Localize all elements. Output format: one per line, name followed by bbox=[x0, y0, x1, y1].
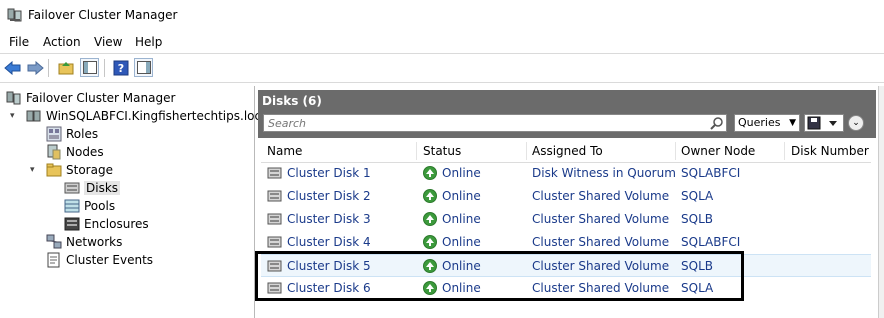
tree-item-pools[interactable]: Pools bbox=[64, 197, 115, 215]
network-icon bbox=[46, 234, 62, 250]
title-bar: Failover Cluster Manager bbox=[0, 0, 884, 32]
right-scrollbar[interactable] bbox=[878, 86, 884, 318]
highlight-box bbox=[255, 251, 744, 301]
online-status-icon bbox=[423, 166, 437, 180]
queries-button[interactable]: Queries ▼ bbox=[734, 114, 800, 132]
online-status-icon bbox=[423, 212, 437, 226]
tree-item-nodes[interactable]: Nodes bbox=[46, 143, 104, 161]
filter-bar: Search Queries ▼ ⌄ bbox=[258, 112, 876, 138]
show-hide-tree-icon[interactable] bbox=[80, 58, 99, 77]
forward-icon[interactable] bbox=[25, 58, 44, 77]
cluster-icon bbox=[26, 108, 42, 124]
disk-status: Online bbox=[442, 235, 481, 249]
table-row[interactable]: Cluster Disk 3 Online Cluster Shared Vol… bbox=[261, 208, 871, 231]
disk-icon bbox=[267, 167, 282, 179]
menu-action[interactable]: Action bbox=[43, 35, 81, 49]
disk-icon bbox=[267, 236, 282, 248]
column-header-owner-node[interactable]: Owner Node bbox=[681, 144, 755, 158]
pane-title: Disks (6) bbox=[258, 90, 876, 112]
disk-icon bbox=[267, 213, 282, 225]
roles-icon bbox=[46, 126, 62, 142]
help-icon[interactable]: ? bbox=[111, 58, 130, 77]
disk-assigned-to: Cluster Shared Volume bbox=[532, 189, 670, 203]
column-header-status[interactable]: Status bbox=[423, 144, 461, 158]
disk-owner-node: SQLABFCI bbox=[681, 235, 741, 249]
table-header: Name Status Assigned To Owner Node Disk … bbox=[261, 140, 871, 163]
tree-item-label: Cluster Events bbox=[66, 253, 154, 267]
toolbar: ? bbox=[0, 53, 884, 83]
tree-item-storage[interactable]: Storage bbox=[46, 161, 113, 179]
svg-text:?: ? bbox=[117, 62, 123, 75]
nodes-icon bbox=[46, 144, 62, 160]
back-icon[interactable] bbox=[3, 58, 22, 77]
queries-label: Queries bbox=[738, 116, 781, 129]
disk-owner-node: SQLB bbox=[681, 212, 713, 226]
show-hide-action-pane-icon[interactable] bbox=[134, 58, 153, 77]
disk-assigned-to: Cluster Shared Volume bbox=[532, 235, 670, 249]
event-log-icon bbox=[46, 252, 62, 268]
navigation-tree: Failover Cluster Manager ▾ WinSQLABFCI.K… bbox=[0, 86, 272, 318]
chevron-down-icon[interactable]: ▾ bbox=[30, 165, 35, 175]
tree-item-disks[interactable]: Disks bbox=[64, 179, 121, 197]
search-icon[interactable] bbox=[710, 117, 723, 136]
menu-file[interactable]: File bbox=[9, 35, 29, 49]
window-title: Failover Cluster Manager bbox=[28, 8, 178, 22]
cluster-manager-icon bbox=[6, 90, 22, 106]
tree-item-cluster[interactable]: WinSQLABFCI.Kingfishertechtips.local bbox=[26, 107, 272, 125]
column-header-assigned-to[interactable]: Assigned To bbox=[532, 144, 603, 158]
menu-bar: File Action View Help bbox=[0, 32, 884, 52]
pools-icon bbox=[64, 198, 80, 214]
menu-view[interactable]: View bbox=[94, 35, 122, 49]
disk-owner-node: SQLA bbox=[681, 189, 714, 203]
column-header-disk-number[interactable]: Disk Number bbox=[791, 144, 869, 158]
tree-item-label: Roles bbox=[66, 127, 99, 141]
up-folder-icon[interactable] bbox=[56, 58, 75, 77]
disk-status: Online bbox=[442, 166, 481, 180]
online-status-icon bbox=[423, 189, 437, 203]
tree-item-root[interactable]: Failover Cluster Manager bbox=[6, 89, 175, 107]
table-row[interactable]: Cluster Disk 2 Online Cluster Shared Vol… bbox=[261, 185, 871, 208]
expand-collapse-icon[interactable]: ⌄ bbox=[848, 115, 864, 131]
search-placeholder: Search bbox=[268, 117, 307, 130]
cluster-manager-icon bbox=[7, 7, 23, 26]
disk-icon bbox=[267, 190, 282, 202]
tree-item-cluster-events[interactable]: Cluster Events bbox=[46, 251, 153, 269]
disk-name: Cluster Disk 2 bbox=[287, 189, 371, 203]
enclosure-icon bbox=[64, 216, 80, 232]
column-header-name[interactable]: Name bbox=[267, 144, 302, 158]
storage-folder-icon bbox=[46, 162, 62, 178]
disk-status: Online bbox=[442, 189, 481, 203]
tree-item-label: Networks bbox=[66, 235, 123, 249]
disk-assigned-to: Disk Witness in Quorum bbox=[532, 166, 676, 180]
tree-item-label: WinSQLABFCI.Kingfishertechtips.local bbox=[46, 109, 272, 123]
chevron-down-icon: ▼ bbox=[789, 118, 796, 128]
table-row[interactable]: Cluster Disk 1 Online Disk Witness in Qu… bbox=[261, 162, 871, 185]
tree-item-label: Disks bbox=[84, 181, 121, 195]
online-status-icon bbox=[423, 235, 437, 249]
disk-owner-node: SQLABFCI bbox=[681, 166, 741, 180]
tree-item-label: Storage bbox=[66, 163, 113, 177]
tree-item-roles[interactable]: Roles bbox=[46, 125, 98, 143]
tree-item-label: Enclosures bbox=[84, 217, 149, 231]
tree-item-enclosures[interactable]: Enclosures bbox=[64, 215, 149, 233]
tree-item-label: Pools bbox=[84, 199, 116, 213]
save-query-button[interactable] bbox=[804, 114, 844, 132]
chevron-down-icon[interactable]: ▾ bbox=[10, 111, 15, 121]
disk-name: Cluster Disk 1 bbox=[287, 166, 371, 180]
disk-icon bbox=[64, 180, 80, 196]
disk-status: Online bbox=[442, 212, 481, 226]
disk-assigned-to: Cluster Shared Volume bbox=[532, 212, 670, 226]
tree-item-label: Nodes bbox=[66, 145, 104, 159]
search-input[interactable]: Search bbox=[263, 114, 727, 132]
disk-name: Cluster Disk 3 bbox=[287, 212, 371, 226]
menu-help[interactable]: Help bbox=[135, 35, 162, 49]
disk-name: Cluster Disk 4 bbox=[287, 235, 371, 249]
tree-item-networks[interactable]: Networks bbox=[46, 233, 122, 251]
tree-item-label: Failover Cluster Manager bbox=[26, 91, 176, 105]
